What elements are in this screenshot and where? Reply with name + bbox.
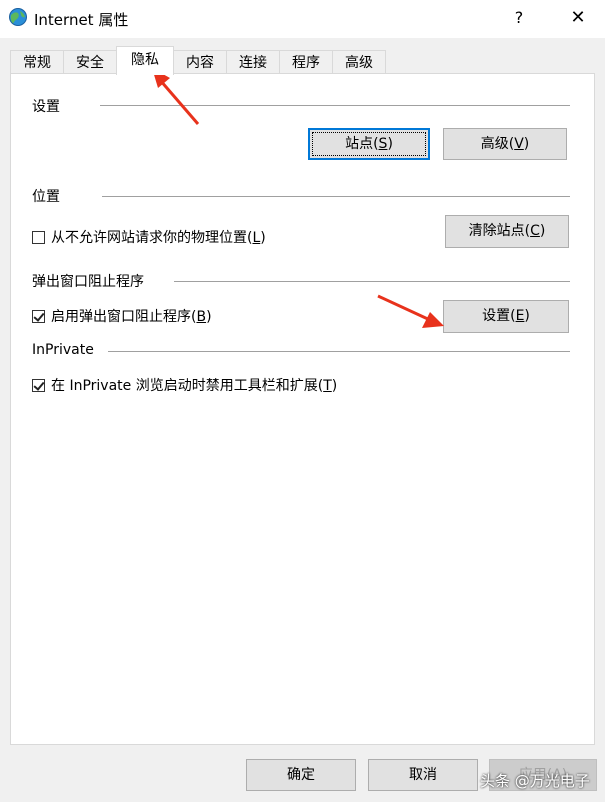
location-checkbox[interactable] — [32, 230, 45, 244]
ok-button[interactable]: 确定 — [246, 759, 356, 791]
location-divider — [102, 196, 570, 197]
popup-checkbox[interactable] — [32, 309, 45, 323]
advanced-button[interactable]: 高级(V) — [443, 128, 567, 160]
tab-connections[interactable]: 连接 — [226, 50, 280, 74]
clear-sites-button[interactable]: 清除站点(C) — [445, 215, 569, 248]
tab-programs[interactable]: 程序 — [279, 50, 333, 74]
tab-general[interactable]: 常规 — [10, 50, 64, 74]
inprivate-section-label: InPrivate — [32, 342, 94, 358]
popup-settings-button[interactable]: 设置(E) — [443, 300, 569, 333]
inprivate-checkbox-row[interactable]: 在 InPrivate 浏览启动时禁用工具栏和扩展(T) — [32, 375, 337, 395]
settings-section-label: 设置 — [32, 99, 60, 115]
popup-checkbox-row[interactable]: 启用弹出窗口阻止程序(B) — [32, 306, 212, 326]
location-checkbox-row[interactable]: 从不允许网站请求你的物理位置(L) — [32, 227, 266, 247]
inprivate-checkbox[interactable] — [32, 378, 45, 392]
watermark-text: 头条 @万光电子 — [480, 772, 590, 790]
internet-globe-icon — [9, 8, 27, 26]
help-button[interactable]: ? — [496, 4, 542, 32]
tab-advanced[interactable]: 高级 — [332, 50, 386, 74]
settings-divider — [100, 105, 570, 106]
window-title: Internet 属性 — [34, 11, 129, 29]
popup-checkbox-label: 启用弹出窗口阻止程序(B) — [51, 309, 212, 325]
popup-divider — [174, 281, 570, 282]
privacy-panel: 设置 站点(S) 高级(V) 位置 从不允许网站请求你的物理位置(L) 清除站点… — [10, 73, 595, 745]
cancel-button[interactable]: 取消 — [368, 759, 478, 791]
sites-button[interactable]: 站点(S) — [308, 128, 430, 160]
inprivate-divider — [108, 351, 570, 352]
popup-section-label: 弹出窗口阻止程序 — [32, 274, 144, 290]
location-section-label: 位置 — [32, 189, 60, 205]
close-button[interactable]: ✕ — [555, 4, 601, 32]
title-bar: Internet 属性 ? ✕ — [0, 0, 605, 38]
tab-privacy[interactable]: 隐私 — [116, 46, 174, 75]
inprivate-checkbox-label: 在 InPrivate 浏览启动时禁用工具栏和扩展(T) — [51, 378, 338, 394]
location-checkbox-label: 从不允许网站请求你的物理位置(L) — [51, 230, 266, 246]
tab-security[interactable]: 安全 — [63, 50, 117, 74]
tab-content[interactable]: 内容 — [173, 50, 227, 74]
